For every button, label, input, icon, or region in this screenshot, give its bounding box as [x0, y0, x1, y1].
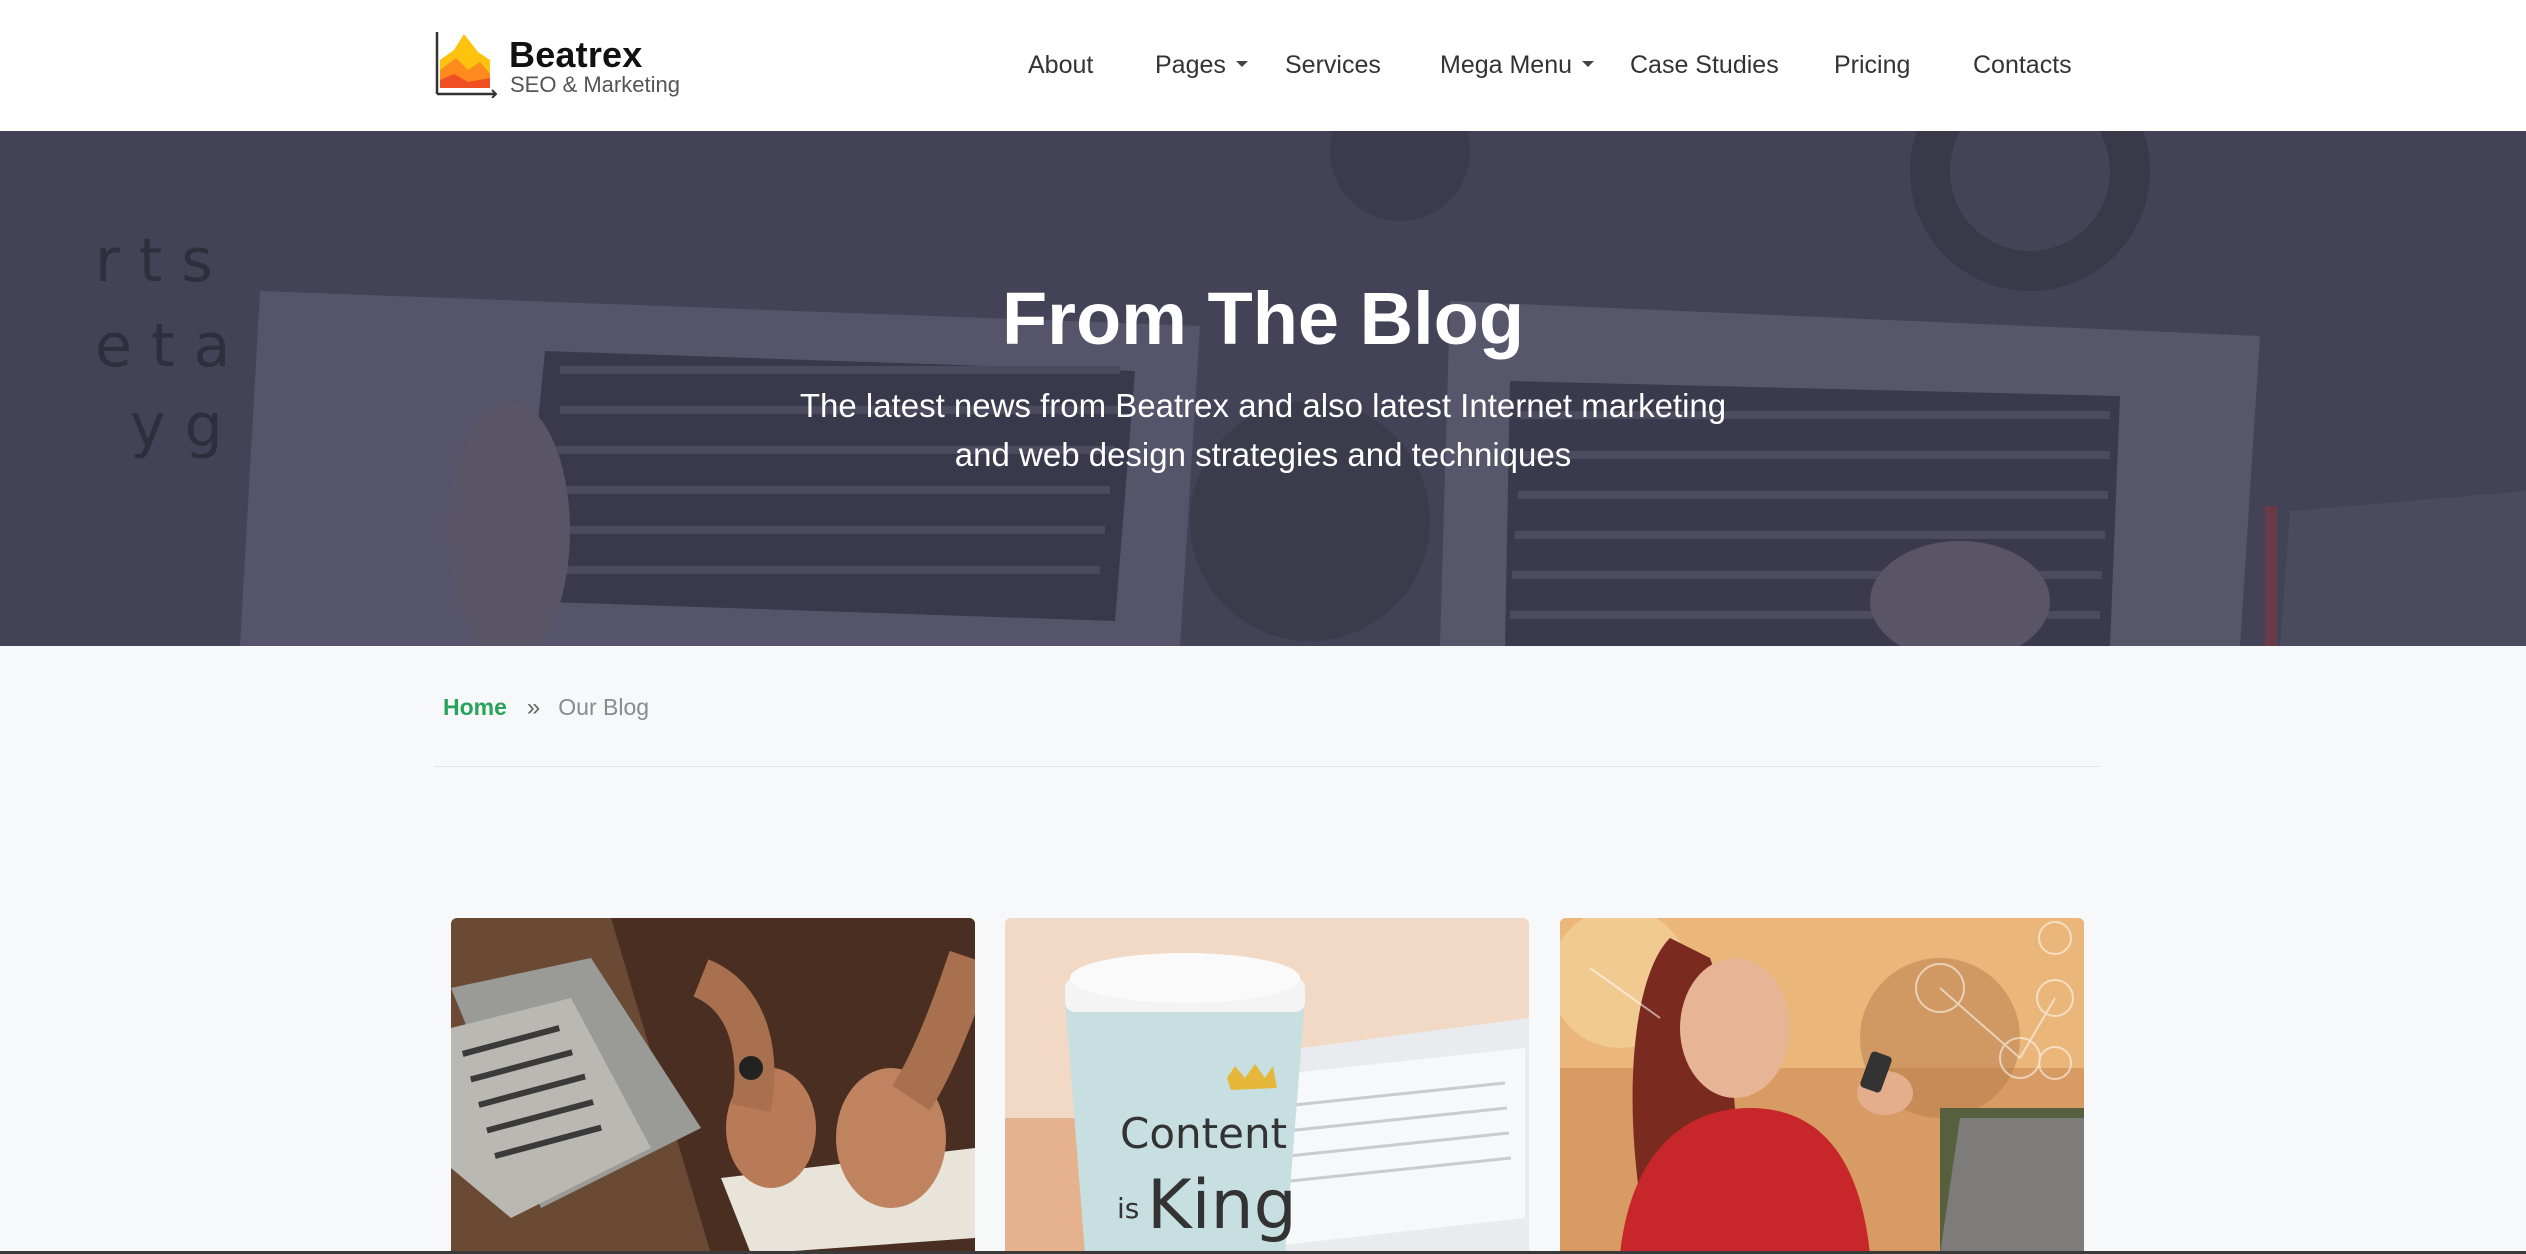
breadcrumb: Home » Our Blog — [443, 694, 649, 722]
page-title: From The Blog — [1001, 277, 1525, 360]
subtitle-line: The latest news from Beatrex and also la… — [799, 387, 1727, 424]
subtitle-line: and web design strategies and techniques — [954, 436, 1572, 473]
divider — [434, 766, 2100, 767]
nav-item-mega-menu[interactable]: Mega Menu — [1440, 48, 1595, 82]
chevron-down-icon — [1582, 61, 1595, 68]
nav-item-pages[interactable]: Pages — [1155, 48, 1248, 82]
nav-label: Pages — [1155, 51, 1226, 79]
nav-item-contacts[interactable]: Contacts — [1973, 48, 2072, 82]
nav-item-pricing[interactable]: Pricing — [1834, 48, 1910, 82]
hero-banner: r t s e t a y g From The Blog The latest… — [0, 131, 2526, 646]
nav-item-services[interactable]: Services — [1285, 48, 1381, 82]
nav-label: Case Studies — [1630, 51, 1779, 79]
breadcrumb-separator: » — [526, 694, 541, 721]
nav-label: Mega Menu — [1440, 51, 1573, 79]
nav-label: Contacts — [1973, 51, 2072, 79]
cup-text-content: Content — [1120, 1109, 1287, 1158]
cup-text-is: is — [1117, 1192, 1139, 1225]
main-nav: About Pages Services Mega Menu Case Stud… — [0, 48, 2526, 82]
chevron-down-icon — [1235, 61, 1248, 68]
breadcrumb-home-link[interactable]: Home — [443, 694, 507, 720]
hands-typing-on-laptop-photo — [451, 918, 975, 1254]
cup-text-king: King — [1147, 1166, 1297, 1245]
page-subtitle: The latest news from Beatrex and also la… — [763, 381, 1763, 479]
blog-post-card[interactable]: Content is King — [1005, 918, 1529, 1254]
woman-with-smartphone-photo — [1560, 918, 2084, 1254]
nav-item-case-studies[interactable]: Case Studies — [1630, 48, 1779, 82]
blog-post-card[interactable] — [451, 918, 975, 1254]
nav-label: Services — [1285, 51, 1381, 79]
nav-label: About — [1028, 51, 1094, 79]
breadcrumb-current: Our Blog — [558, 694, 650, 720]
content-is-king-coffee-cup-photo: Content is King — [1005, 918, 1529, 1254]
nav-item-about[interactable]: About — [1028, 48, 1093, 82]
nav-label: Pricing — [1834, 51, 1911, 79]
site-header: Beatrex SEO & Marketing About Pages Serv… — [0, 0, 2526, 131]
blog-post-card[interactable] — [1560, 918, 2084, 1254]
svg-text:y g: y g — [130, 391, 223, 461]
